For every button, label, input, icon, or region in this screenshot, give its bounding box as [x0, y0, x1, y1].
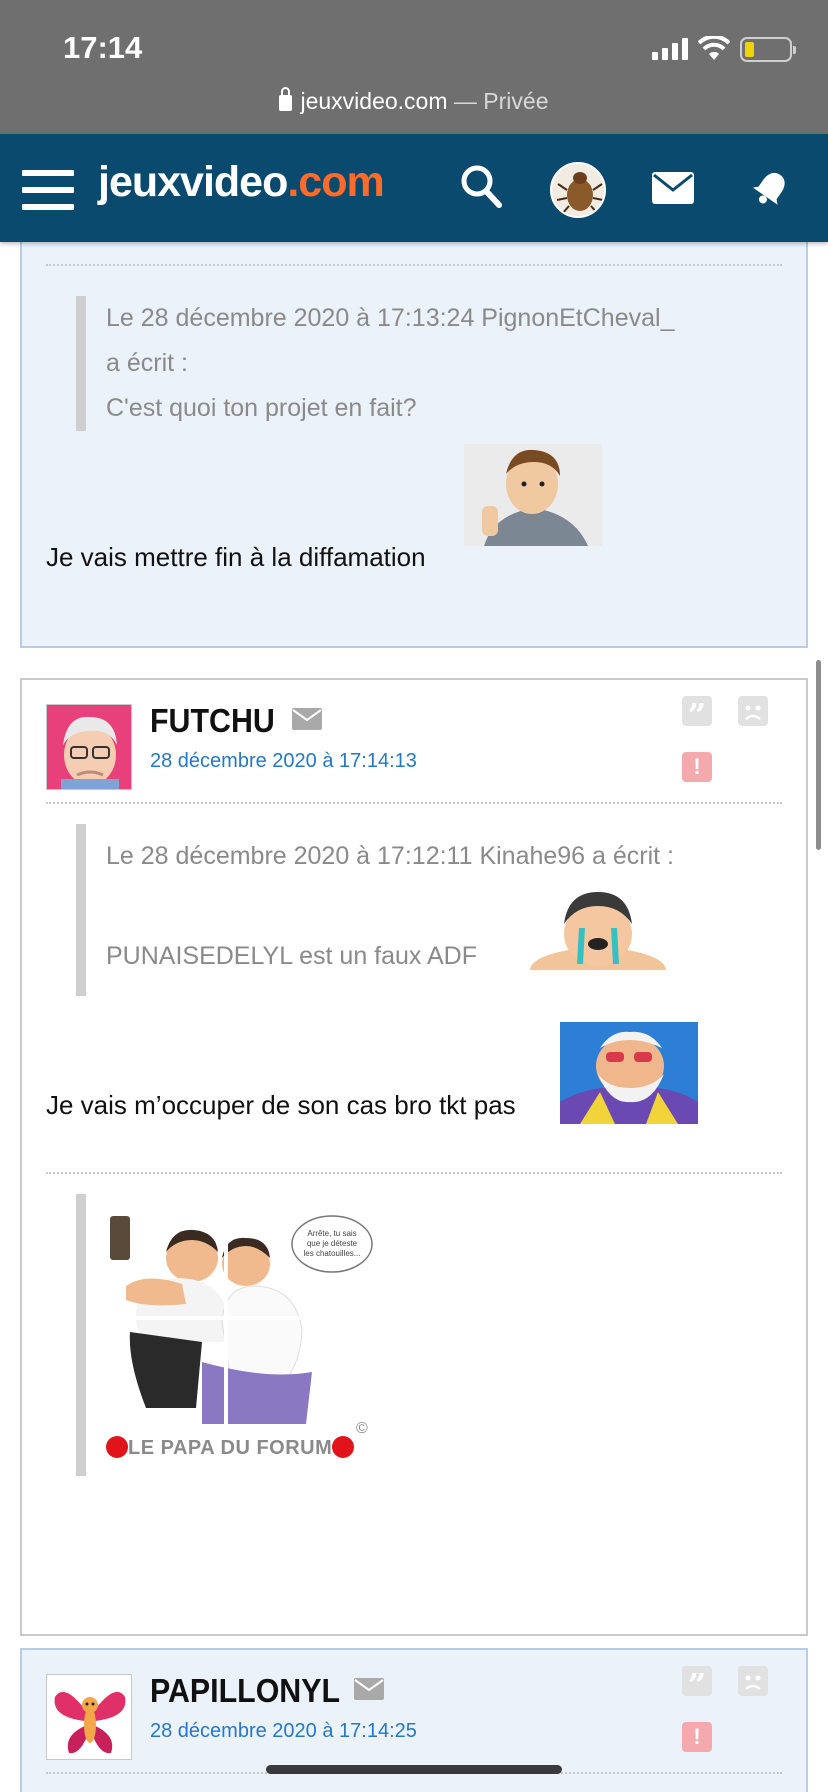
logo-suffix: .com — [287, 158, 384, 206]
sad-face-icon — [745, 705, 761, 720]
quote-header-cont: a écrit : — [106, 349, 188, 377]
private-mode-label: Privée — [483, 88, 549, 114]
battery-icon — [740, 37, 796, 62]
post-separator — [46, 802, 782, 804]
quote-block: Le 28 décembre 2020 à 17:12:11 Kinahe96 … — [76, 824, 776, 996]
red-circle-icon — [106, 1435, 128, 1458]
quote-text: C'est quoi ton projet en fait? — [106, 394, 417, 422]
logo-main: jeuxvideo — [98, 158, 288, 206]
private-message-icon[interactable] — [354, 1678, 384, 1700]
url-separator: — — [447, 88, 484, 114]
quote-header: Le 28 décembre 2020 à 17:12:11 Kinahe96 … — [106, 842, 675, 870]
post-date[interactable]: 28 décembre 2020 à 17:14:25 — [150, 1720, 417, 1743]
post-date[interactable]: 28 décembre 2020 à 17:14:13 — [150, 750, 417, 773]
post-separator — [46, 1172, 782, 1174]
sad-face-icon — [745, 1675, 761, 1690]
signature-text: LE PAPA DU FORUM — [128, 1437, 333, 1459]
author-avatar[interactable] — [46, 1674, 132, 1760]
sticker-image[interactable] — [464, 444, 602, 546]
quote-button[interactable]: ” — [682, 1666, 712, 1704]
quote-block: Le 28 décembre 2020 à 17:13:24 PignonEtC… — [76, 296, 776, 431]
forum-content: Le 28 décembre 2020 à 17:13:24 PignonEtC… — [0, 242, 828, 1792]
signature-image[interactable]: Arrête, tu sais que je déteste les chato… — [106, 1212, 376, 1424]
status-bar: 17:14 jeuxvideo.com — Privée — [0, 0, 828, 134]
lock-icon — [279, 87, 293, 111]
svg-text:les chatouilles...: les chatouilles... — [304, 1249, 361, 1258]
private-message-icon[interactable] — [292, 708, 322, 730]
avatar-image — [47, 705, 131, 789]
author-avatar[interactable] — [46, 704, 132, 790]
butterfly-avatar-image — [47, 1675, 131, 1759]
wifi-icon — [698, 36, 730, 60]
sticker-image[interactable] — [530, 886, 666, 970]
post-separator — [46, 264, 782, 266]
red-circle-icon — [332, 1435, 355, 1458]
post-message: Je vais m’occuper de son cas bro tkt pas — [46, 1090, 516, 1120]
user-avatar[interactable] — [550, 162, 606, 218]
menu-icon[interactable] — [22, 170, 74, 210]
svg-text:Arrête, tu sais: Arrête, tu sais — [307, 1229, 356, 1238]
report-button[interactable]: ! — [682, 1722, 712, 1752]
status-time: 17:14 — [63, 30, 143, 65]
mail-icon[interactable] — [652, 172, 694, 204]
author-pseudo[interactable]: PAPILLONYL — [150, 1672, 340, 1710]
url-domain: jeuxvideo.com — [300, 88, 448, 114]
forum-post: FUTCHU 28 décembre 2020 à 17:14:13 ” ! L… — [20, 678, 808, 1636]
author-pseudo[interactable]: FUTCHU — [150, 702, 275, 740]
report-button[interactable]: ! — [682, 752, 712, 782]
scrollbar-thumb[interactable] — [816, 660, 821, 850]
copyright-mark: © — [356, 1420, 368, 1437]
signature-text-row: LE PAPA DU FORUM — [106, 1426, 355, 1471]
quote-text: PUNAISEDELYL est un faux ADF — [106, 942, 477, 970]
post-message: Je vais mettre fin à la diffamation — [46, 542, 426, 572]
forum-post: Le 28 décembre 2020 à 17:13:24 PignonEtC… — [20, 242, 808, 648]
notification-bell-icon[interactable] — [752, 168, 790, 208]
site-logo[interactable]: jeuxvideo.com — [98, 158, 385, 207]
url-bar[interactable]: jeuxvideo.com — Privée — [0, 87, 828, 115]
svg-text:que je déteste: que je déteste — [307, 1239, 358, 1248]
bug-avatar-image — [556, 172, 604, 215]
quote-header: Le 28 décembre 2020 à 17:13:24 PignonEtC… — [106, 304, 675, 332]
search-icon[interactable] — [460, 164, 502, 208]
sad-face-button[interactable] — [738, 1666, 768, 1696]
home-indicator[interactable] — [266, 1765, 562, 1774]
sticker-image[interactable] — [560, 1022, 698, 1124]
signal-icon — [652, 38, 688, 60]
site-header: jeuxvideo.com — [0, 134, 828, 242]
signature-block: Arrête, tu sais que je déteste les chato… — [76, 1194, 376, 1476]
sad-face-button[interactable] — [738, 696, 768, 726]
quote-button[interactable]: ” — [682, 696, 712, 734]
